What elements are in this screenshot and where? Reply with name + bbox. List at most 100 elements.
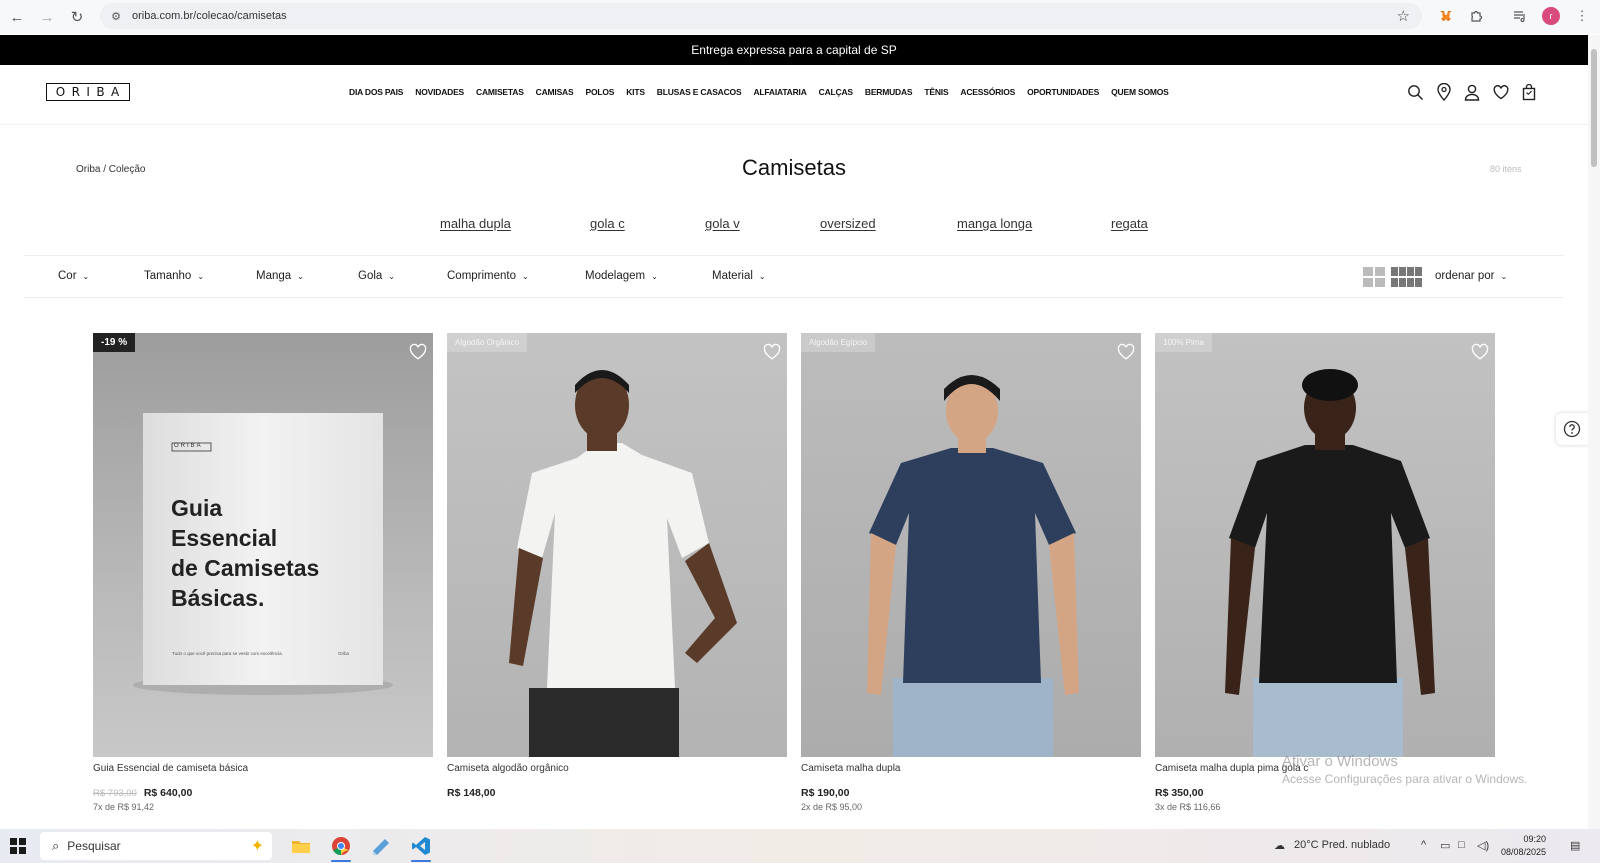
chevron-down-icon: ⌄ (388, 271, 395, 281)
nav-item-quem-somos[interactable]: QUEM SOMOS (1111, 87, 1169, 97)
filter-modelagem[interactable]: Modelagem ⌄ (585, 270, 658, 282)
subcategory-link[interactable]: gola c (590, 216, 625, 231)
logo-letter: I (86, 85, 91, 99)
favorite-heart-icon[interactable] (763, 343, 781, 361)
wishlist-heart-icon[interactable] (1491, 82, 1511, 102)
taskbar-search[interactable]: ⌕ Pesquisar ✦ (40, 832, 272, 860)
filter-comprimento[interactable]: Comprimento ⌄ (447, 270, 529, 282)
sort-dropdown[interactable]: ordenar por ⌄ (1435, 270, 1507, 282)
product-card[interactable]: Algodão Egípcio Camiseta malha dupla R$ … (801, 333, 1141, 812)
nav-item-oportunidades[interactable]: OPORTUNIDADES (1027, 87, 1099, 97)
bookmark-star-icon[interactable]: ☆ (1397, 7, 1410, 25)
forward-icon[interactable]: → (34, 4, 60, 30)
vscode-icon[interactable] (409, 834, 433, 862)
chevron-down-icon: ⌄ (758, 271, 766, 281)
product-card[interactable]: 100% Pima Camiseta malha dupla pima gola… (1155, 333, 1495, 812)
nav-item-acessorios[interactable]: ACESSÓRIOS (960, 87, 1015, 97)
nav-item-calcas[interactable]: CALÇAS (819, 87, 853, 97)
filter-label: Cor (58, 270, 77, 282)
grid-2-columns-icon[interactable] (1363, 267, 1385, 287)
book-tagline: Tudo o que você precisa para se vestir c… (172, 651, 283, 656)
subcategory-link[interactable]: malha dupla (440, 216, 511, 231)
favorite-heart-icon[interactable] (409, 343, 427, 361)
nav-item-tenis[interactable]: TÊNIS (924, 87, 948, 97)
product-image[interactable]: Algodão Orgânico (447, 333, 787, 757)
nav-item-kits[interactable]: KITS (626, 87, 645, 97)
chrome-icon[interactable] (329, 834, 353, 862)
oriba-logo[interactable]: O R I B A (46, 83, 130, 101)
old-price: R$ 793,00 (93, 788, 137, 799)
chevron-down-icon: ⌄ (82, 271, 90, 281)
product-name[interactable]: Guia Essencial de camiseta básica (93, 763, 433, 774)
user-icon[interactable] (1462, 82, 1482, 102)
metamask-extension-icon[interactable] (1438, 8, 1454, 24)
product-name[interactable]: Camiseta algodão orgânico (447, 763, 787, 774)
filter-manga[interactable]: Manga ⌄ (256, 270, 304, 282)
reload-icon[interactable]: ↻ (64, 4, 90, 30)
search-icon[interactable] (1405, 82, 1425, 102)
location-pin-icon[interactable] (1434, 82, 1454, 102)
filter-gola[interactable]: Gola ⌄ (358, 270, 395, 282)
nav-item-novidades[interactable]: NOVIDADES (415, 87, 464, 97)
product-card[interactable]: Algodão Orgânico Camiseta algodão orgâni… (447, 333, 787, 802)
site-settings-icon[interactable]: ⚙ (108, 8, 124, 24)
system-clock[interactable]: 09:20 08/08/2025 (1501, 833, 1546, 859)
material-badge: 100% Pima (1155, 333, 1212, 352)
product-card[interactable]: ORIBA Guia Essencial de Camisetas Básica… (93, 333, 433, 812)
windows-start-icon[interactable] (10, 838, 26, 854)
address-bar[interactable]: ⚙ oriba.com.br/colecao/camisetas ☆ (100, 3, 1422, 29)
weather-icon[interactable]: ☁ (1274, 839, 1285, 852)
favorite-heart-icon[interactable] (1117, 343, 1135, 361)
subcategory-link[interactable]: gola v (705, 216, 740, 231)
nav-item-bermudas[interactable]: BERMUDAS (865, 87, 913, 97)
app-icon[interactable] (369, 834, 393, 858)
chevron-up-icon[interactable]: ^ (1421, 839, 1426, 851)
book-title-line: Essencial (171, 525, 278, 551)
watermark-subtitle: Acesse Configurações para ativar o Windo… (1282, 772, 1528, 786)
chevron-down-icon: ⌄ (522, 271, 529, 281)
profile-avatar[interactable]: r (1542, 7, 1560, 25)
file-explorer-icon[interactable] (289, 834, 313, 858)
filter-tamanho[interactable]: Tamanho ⌄ (144, 270, 204, 282)
notifications-icon[interactable]: ▤ (1570, 839, 1580, 852)
help-button[interactable] (1556, 413, 1588, 445)
copilot-sparkle-icon[interactable]: ✦ (251, 836, 264, 856)
volume-icon[interactable]: ◁) (1477, 839, 1489, 852)
product-image[interactable]: 100% Pima (1155, 333, 1495, 757)
product-image[interactable]: Algodão Egípcio (801, 333, 1141, 757)
network-icon[interactable]: ▭ (1440, 839, 1450, 852)
product-image[interactable]: ORIBA Guia Essencial de Camisetas Básica… (93, 333, 433, 757)
nav-item-dia-dos-pais[interactable]: DIA DOS PAIS (349, 87, 403, 97)
media-queue-icon[interactable] (1512, 8, 1528, 24)
nav-item-polos[interactable]: POLOS (585, 87, 614, 97)
logo-letter: A (111, 85, 121, 99)
grid-4-columns-icon[interactable] (1391, 267, 1422, 287)
windows-activation-watermark: Ativar o Windows Acesse Configurações pa… (1282, 753, 1527, 786)
nav-item-alfaiataria[interactable]: ALFAIATARIA (753, 87, 806, 97)
filter-label: Manga (256, 270, 292, 282)
price: R$ 350,00 (1155, 787, 1204, 799)
back-icon[interactable]: ← (4, 4, 30, 30)
subcategory-link[interactable]: oversized (820, 216, 876, 231)
search-icon: ⌕ (52, 838, 60, 853)
clock-time: 09:20 (1523, 834, 1547, 844)
extensions-puzzle-icon[interactable] (1468, 8, 1484, 24)
url-text[interactable]: oriba.com.br/colecao/camisetas (132, 10, 287, 22)
nav-item-blusas-e-casacos[interactable]: BLUSAS E CASACOS (657, 87, 742, 97)
page-scrollbar[interactable] (1588, 35, 1600, 829)
display-icon[interactable]: □ (1458, 839, 1465, 851)
filter-cor[interactable]: Cor ⌄ (58, 270, 89, 282)
browser-menu-icon[interactable]: ⋮ (1574, 8, 1590, 24)
filter-material[interactable]: Material ⌄ (712, 270, 766, 282)
subcategory-link[interactable]: regata (1111, 216, 1148, 231)
nav-item-camisetas[interactable]: CAMISETAS (476, 87, 524, 97)
favorite-heart-icon[interactable] (1471, 343, 1489, 361)
shopping-bag-icon[interactable] (1519, 82, 1539, 102)
weather-text[interactable]: 20°C Pred. nublado (1294, 839, 1390, 851)
nav-item-camisas[interactable]: CAMISAS (536, 87, 574, 97)
price-row: R$ 793,00 R$ 640,00 (93, 787, 433, 799)
subcategory-link[interactable]: manga longa (957, 216, 1032, 231)
product-name[interactable]: Camiseta malha dupla (801, 763, 1141, 774)
logo-letter: B (96, 85, 106, 99)
scrollbar-thumb[interactable] (1591, 49, 1597, 167)
